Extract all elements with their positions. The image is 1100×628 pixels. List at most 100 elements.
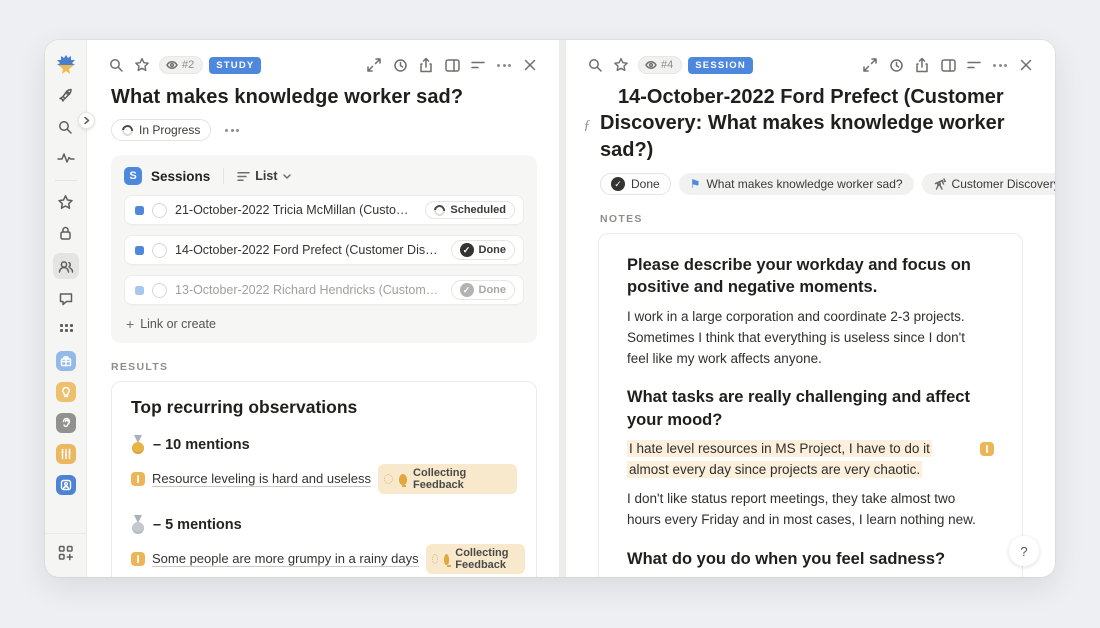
chevron-down-icon (283, 174, 291, 179)
star-icon[interactable] (129, 54, 155, 76)
study-relation-pill[interactable]: ⚑ What makes knowledge worker sad? (679, 173, 914, 195)
more-options-icon[interactable] (987, 54, 1013, 76)
formula-icon: ƒ (580, 84, 594, 163)
gift-app-icon[interactable] (53, 350, 79, 372)
insight-icon (131, 552, 145, 566)
notes-icon[interactable] (53, 288, 79, 310)
in-progress-icon (120, 122, 135, 137)
feedback-state-pill[interactable]: Collecting Feedback (426, 544, 525, 574)
layout-options-icon[interactable] (961, 54, 987, 76)
view-switcher[interactable]: List (237, 169, 290, 183)
medal-row: – 5 mentions (131, 515, 517, 534)
side-panel-icon[interactable] (439, 54, 465, 76)
entity-bullet-icon (135, 246, 144, 255)
sessions-label[interactable]: Sessions (151, 169, 210, 184)
session-row[interactable]: 21-October-2022 Tricia McMillan (Custome… (124, 195, 524, 225)
activity-pulse-icon[interactable] (53, 147, 79, 169)
insight-link[interactable]: Resource leveling is hard and useless (152, 471, 371, 487)
session-status-pill[interactable]: ✓ Done (451, 280, 516, 300)
session-toolbar: #4 SESSION (566, 40, 1055, 76)
entity-type-badge[interactable]: STUDY (209, 57, 261, 74)
entity-id: #2 (182, 59, 194, 71)
highlighted-text[interactable]: I hate level resources in MS Project, I … (627, 440, 932, 478)
share-icon[interactable] (413, 54, 439, 76)
insight-link[interactable]: Some people are more grumpy in a rainy d… (152, 551, 419, 567)
layout-options-icon[interactable] (465, 54, 491, 76)
help-button[interactable]: ? (1009, 536, 1039, 566)
lightbulb-app-icon[interactable] (53, 381, 79, 403)
row-checkbox[interactable] (152, 203, 167, 218)
study-content: What makes knowledge worker sad? In Prog… (87, 76, 559, 577)
study-panel: #2 STUDY What makes knowledge worker sad… (87, 40, 559, 577)
entity-bullet-icon (135, 286, 144, 295)
sessions-database-icon: S (124, 167, 142, 185)
session-content: ƒ 14-October-2022 Ford Prefect (Customer… (566, 76, 1055, 577)
session-row-title[interactable]: 13-October-2022 Richard Hendricks (Custo… (175, 283, 443, 297)
more-options-icon[interactable] (491, 54, 517, 76)
link-or-create-button[interactable]: + Link or create (124, 317, 524, 331)
status-more-icon[interactable] (221, 125, 243, 136)
search-icon[interactable] (103, 54, 129, 76)
star-icon[interactable] (608, 54, 634, 76)
expand-icon[interactable] (857, 54, 883, 76)
notes-card[interactable]: Please describe your workday and focus o… (598, 233, 1023, 577)
close-icon[interactable] (517, 54, 543, 76)
sessions-section: S Sessions List 21-October-2022 Tricia M… (111, 155, 537, 343)
feature-relation-pill[interactable]: Customer Discovery (922, 173, 1055, 195)
feedback-state-pill[interactable]: Collecting Feedback (378, 464, 517, 494)
history-icon[interactable] (387, 54, 413, 76)
results-section-label: RESULTS (111, 361, 537, 373)
session-row[interactable]: 14-October-2022 Ford Prefect (Customer D… (124, 235, 524, 265)
ear-app-icon[interactable] (53, 412, 79, 434)
results-heading: Top recurring observations (131, 397, 517, 418)
status-pill[interactable]: In Progress (111, 119, 211, 141)
history-icon[interactable] (883, 54, 909, 76)
study-title[interactable]: What makes knowledge worker sad? (111, 86, 537, 109)
session-row-title[interactable]: 21-October-2022 Tricia McMillan (Custome… (175, 203, 417, 217)
abacus-app-icon[interactable] (53, 443, 79, 465)
side-panel-icon[interactable] (935, 54, 961, 76)
session-status-label: Scheduled (450, 204, 506, 216)
rocket-icon[interactable] (53, 85, 79, 107)
search-icon[interactable] (582, 54, 608, 76)
apps-grid-icon[interactable] (53, 319, 79, 341)
search-icon[interactable] (53, 116, 79, 138)
feedback-label: Collecting Feedback (455, 547, 516, 571)
expand-icon[interactable] (361, 54, 387, 76)
mentions-count: – 10 mentions (153, 437, 250, 453)
insight-row: Resource leveling is hard and useless Co… (131, 464, 517, 494)
entity-bullet-icon (135, 206, 144, 215)
sidebar-expand-button[interactable] (78, 112, 95, 129)
dotted-circle-icon (384, 474, 393, 484)
done-check-icon: ✓ (611, 177, 625, 191)
study-toolbar: #2 STUDY (87, 40, 559, 76)
members-icon[interactable] (53, 253, 79, 279)
share-icon[interactable] (909, 54, 935, 76)
entity-id-pill[interactable]: #2 (159, 56, 203, 74)
insight-icon[interactable] (980, 442, 994, 456)
favorites-star-icon[interactable] (53, 191, 79, 213)
row-checkbox[interactable] (152, 283, 167, 298)
status-pill[interactable]: ✓ Done (600, 173, 671, 195)
session-title[interactable]: 14-October-2022 Ford Prefect (Customer D… (600, 84, 1025, 163)
session-status-pill[interactable]: ✓ Done (451, 240, 516, 260)
session-row[interactable]: 13-October-2022 Richard Hendricks (Custo… (124, 275, 524, 305)
lock-icon[interactable] (53, 222, 79, 244)
note-question: Please describe your workday and focus o… (627, 254, 994, 299)
fibery-logo-icon[interactable] (53, 54, 79, 76)
highlighted-answer-row: I hate level resources in MS Project, I … (627, 439, 994, 481)
telescope-icon (933, 178, 946, 191)
user-card-app-icon[interactable] (53, 474, 79, 496)
entity-type-badge[interactable]: SESSION (688, 57, 753, 74)
close-icon[interactable] (1013, 54, 1039, 76)
note-answer: I don't like status report meetings, the… (627, 489, 987, 531)
done-check-icon: ✓ (460, 283, 474, 297)
session-row-title[interactable]: 14-October-2022 Ford Prefect (Customer D… (175, 243, 443, 257)
entity-id-pill[interactable]: #4 (638, 56, 682, 74)
sidebar-divider (55, 180, 77, 181)
add-app-icon[interactable] (58, 545, 74, 566)
done-check-icon: ✓ (460, 243, 474, 257)
note-answer: I work in a large corporation and coordi… (627, 307, 987, 370)
session-status-pill[interactable]: Scheduled (425, 201, 515, 219)
row-checkbox[interactable] (152, 243, 167, 258)
